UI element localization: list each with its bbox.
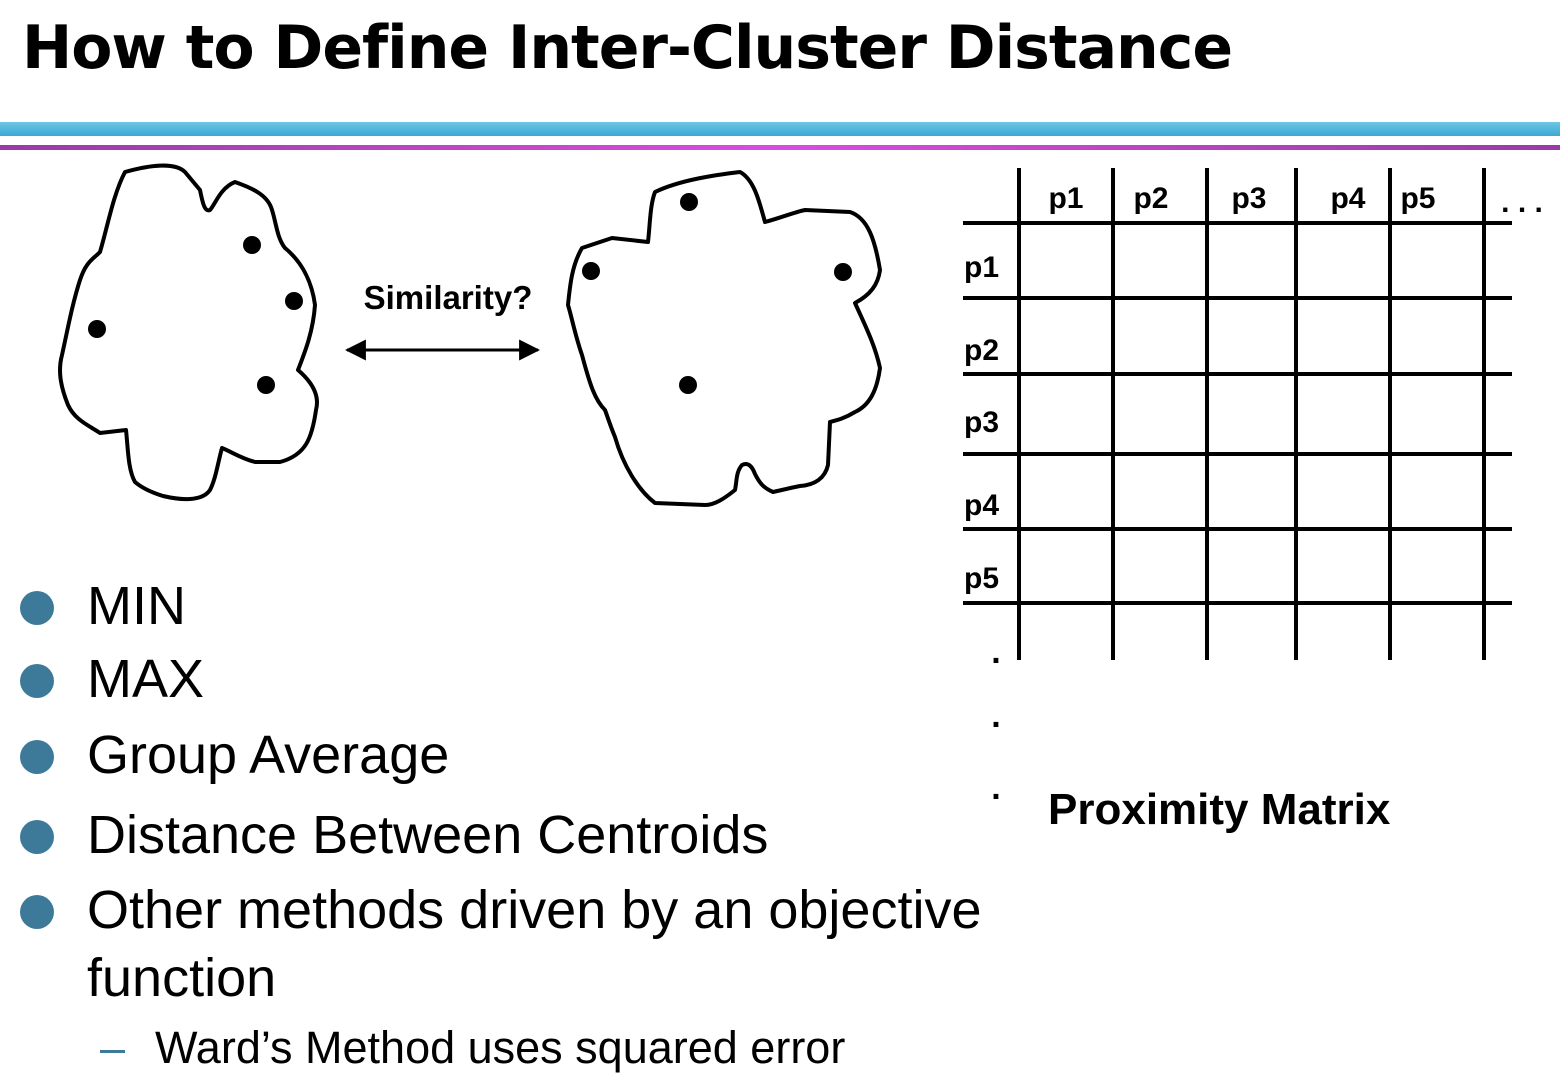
matrix-row-header: p3	[964, 406, 999, 439]
matrix-row-header: p4	[964, 489, 999, 522]
sub-bullet-text: Ward’s Method uses squared error	[155, 1022, 846, 1073]
cluster-right-point	[582, 262, 600, 280]
matrix-row-header: p2	[964, 334, 999, 367]
proximity-matrix-title: Proximity Matrix	[1048, 785, 1391, 834]
cluster-left-point	[285, 292, 303, 310]
list-item-text: Distance Between Centroids	[87, 805, 769, 865]
matrix-col-header: p5	[1400, 182, 1435, 215]
matrix-col-header: p2	[1133, 182, 1168, 215]
bullet-dot	[20, 740, 54, 774]
cluster-right-point	[679, 376, 697, 394]
bullet-dot	[20, 591, 54, 625]
cluster-right-point	[680, 193, 698, 211]
cluster-left-point	[257, 376, 275, 394]
matrix-col-header: p4	[1330, 182, 1365, 215]
sub-bullet: – Ward’s Method uses squared error	[100, 1018, 845, 1078]
cluster-right-outline	[566, 170, 882, 507]
cluster-right-point	[834, 263, 852, 281]
bullet-dot	[20, 664, 54, 698]
bullet-dot	[20, 895, 54, 929]
list-item-text: MAX	[87, 649, 205, 709]
cluster-left-point	[243, 236, 261, 254]
sub-bullet-dash: –	[100, 1022, 126, 1073]
similarity-label: Similarity?	[364, 279, 533, 316]
matrix-col-ellipsis: . . .	[1501, 186, 1543, 219]
matrix-col-header: p1	[1048, 182, 1083, 215]
matrix-col-header: p3	[1231, 182, 1266, 215]
list-item-text: MIN	[87, 576, 186, 636]
list-item-text: Group Average	[87, 725, 450, 785]
cluster-left-point	[88, 320, 106, 338]
list-item-text: Other methods driven by an objective fun…	[87, 880, 982, 1008]
bullet-dot	[20, 820, 54, 854]
matrix-row-header: p1	[964, 251, 999, 284]
proximity-matrix-grid	[963, 168, 1512, 660]
